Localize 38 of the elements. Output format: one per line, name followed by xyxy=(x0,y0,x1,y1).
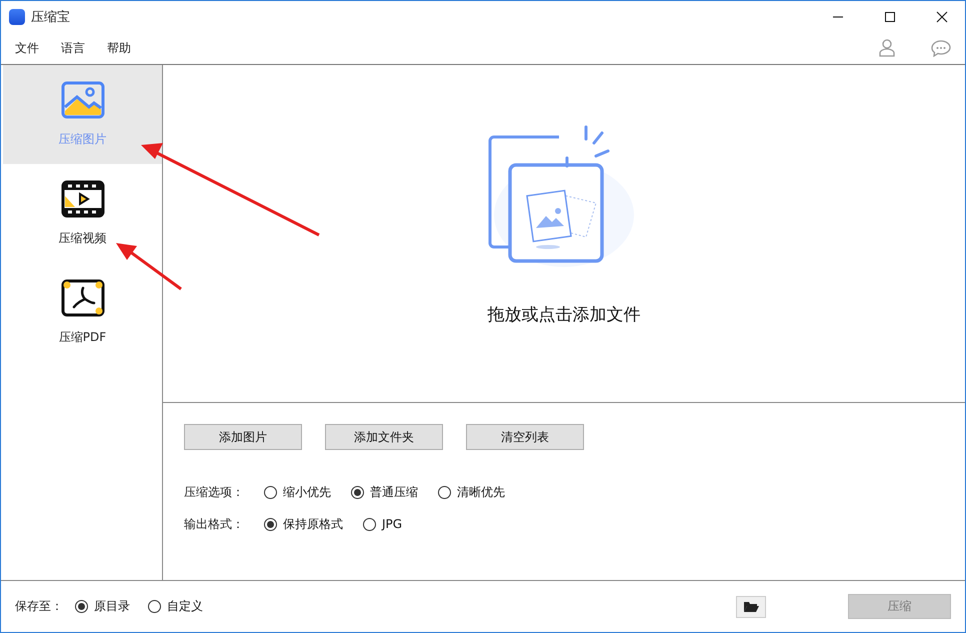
window-title: 压缩宝 xyxy=(31,8,71,26)
radio-option[interactable]: 普通压缩 xyxy=(351,484,418,500)
action-button[interactable]: 添加图片 xyxy=(184,424,302,450)
maximize-icon xyxy=(884,10,896,22)
radio-icon[interactable] xyxy=(363,518,376,530)
radio-option[interactable]: 自定义 xyxy=(148,598,203,615)
folder-icon xyxy=(743,600,759,613)
save-to-label: 保存至： xyxy=(15,598,63,615)
film-icon xyxy=(60,180,104,218)
app-logo-icon xyxy=(9,8,25,24)
radio-option[interactable]: 原目录 xyxy=(75,598,130,615)
radio-option[interactable]: 缩小优先 xyxy=(264,484,331,500)
radio-option[interactable]: 保持原格式 xyxy=(264,516,343,532)
drop-hint: 拖放或点击添加文件 xyxy=(488,304,640,326)
radio-option[interactable]: 清晰优先 xyxy=(438,484,505,500)
sidebar-item[interactable]: 压缩PDF xyxy=(3,263,162,362)
sidebar-item[interactable]: 压缩视频 xyxy=(3,164,162,263)
pdf-icon xyxy=(60,279,104,317)
action-button[interactable]: 添加文件夹 xyxy=(325,424,443,450)
user-icon[interactable] xyxy=(879,39,895,57)
option-label: 输出格式： xyxy=(184,516,244,532)
radio-icon[interactable] xyxy=(75,600,88,613)
menu-item[interactable]: 文件 xyxy=(15,40,39,56)
menu-item[interactable]: 语言 xyxy=(61,40,85,56)
radio-icon[interactable] xyxy=(264,518,277,530)
close-icon xyxy=(936,10,948,22)
chat-icon[interactable] xyxy=(931,40,951,56)
menu-item[interactable]: 帮助 xyxy=(107,40,131,56)
radio-icon[interactable] xyxy=(148,600,161,613)
radio-icon[interactable] xyxy=(351,486,364,498)
radio-icon[interactable] xyxy=(438,486,451,498)
image-icon xyxy=(60,81,104,119)
radio-icon[interactable] xyxy=(264,486,277,498)
action-button[interactable]: 清空列表 xyxy=(466,424,584,450)
radio-option[interactable]: JPG xyxy=(363,517,402,531)
folder-button[interactable] xyxy=(736,596,766,618)
option-label: 压缩选项： xyxy=(184,484,244,500)
arrow xyxy=(116,243,182,290)
